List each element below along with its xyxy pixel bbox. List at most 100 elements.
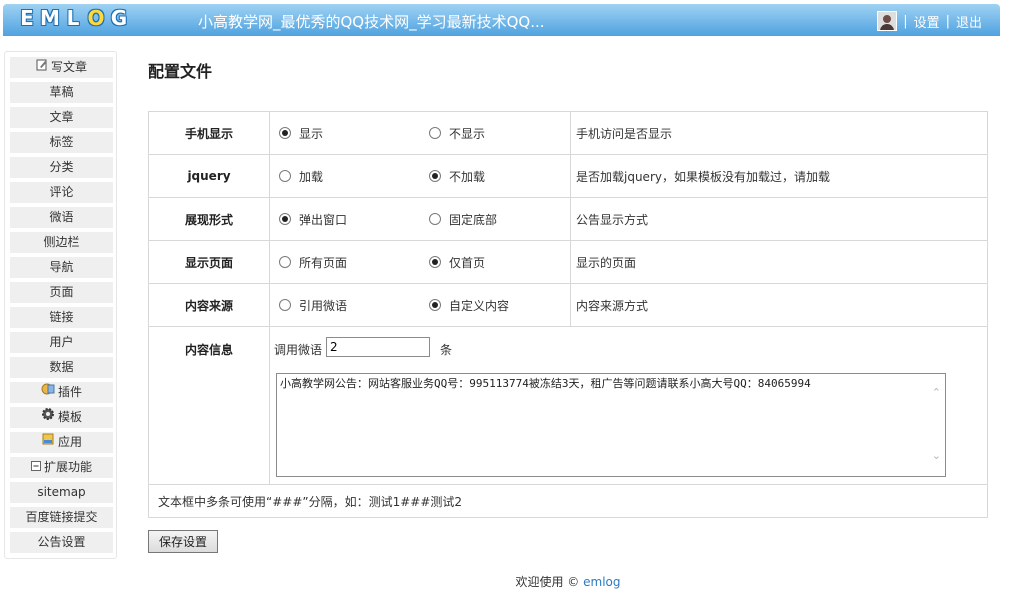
row-label: 手机显示 xyxy=(148,111,270,155)
radio-unselected[interactable] xyxy=(279,299,291,311)
sidebar-item-label: 应用 xyxy=(57,435,82,449)
notice-content-textarea[interactable]: 小高教学网公告：网站客服业务QQ号：995113774被冻结3天，租广告等问题请… xyxy=(276,373,946,477)
sidebar-item-label: 扩展功能 xyxy=(43,460,92,474)
radio-unselected[interactable] xyxy=(279,170,291,182)
options-cell: 加载 不加载 xyxy=(269,154,571,198)
options-cell: 所有页面 仅首页 xyxy=(269,240,571,284)
logo-letter: L xyxy=(66,6,80,30)
sidebar-item-notice-settings[interactable]: 公告设置 xyxy=(10,532,113,553)
sidebar-item-comments[interactable]: 评论 xyxy=(10,182,113,203)
option-label: 加载 xyxy=(299,169,324,184)
info-cell: 调用微语 条 小高教学网公告：网站客服业务QQ号：995113774被冻结3天，… xyxy=(269,326,988,485)
radio-selected[interactable] xyxy=(429,299,441,311)
sidebar-item-baidu-submit[interactable]: 百度链接提交 xyxy=(10,507,113,528)
sidebar-item-extensions[interactable]: 扩展功能 xyxy=(10,457,113,478)
sidebar-item-label: 标签 xyxy=(49,135,74,149)
radio-selected[interactable] xyxy=(279,213,291,225)
radio-option[interactable]: 所有页面 xyxy=(270,254,420,271)
config-table: 手机显示 显示 不显示 手机访问是否显示 jquery 加载 不加载 是否加载j… xyxy=(148,111,988,518)
avatar[interactable] xyxy=(877,11,898,31)
options-cell: 弹出窗口 固定底部 xyxy=(269,197,571,241)
radio-selected[interactable] xyxy=(429,170,441,182)
radio-unselected[interactable] xyxy=(279,256,291,268)
site-title[interactable]: 小高教学网_最优秀的QQ技术网_学习最新技术QQ... xyxy=(198,11,545,32)
user-box: | 设置 | 退出 xyxy=(877,11,982,31)
row-description: 公告显示方式 xyxy=(570,197,988,241)
sidebar-item-twitter[interactable]: 微语 xyxy=(10,207,113,228)
sidebar-item-categories[interactable]: 分类 xyxy=(10,157,113,178)
table-row: 展现形式 弹出窗口 固定底部 公告显示方式 xyxy=(148,197,988,241)
sidebar-item-tags[interactable]: 标签 xyxy=(10,132,113,153)
radio-option[interactable]: 仅首页 xyxy=(420,254,570,271)
table-row: 内容来源 引用微语 自定义内容 内容来源方式 xyxy=(148,283,988,327)
option-label: 不显示 xyxy=(449,126,486,141)
sidebar-item-label: 链接 xyxy=(49,310,74,324)
scroll-down-icon[interactable]: ⌄ xyxy=(932,449,941,462)
sidebar-item-data[interactable]: 数据 xyxy=(10,357,113,378)
option-label: 所有页面 xyxy=(299,255,348,270)
row-description: 显示的页面 xyxy=(570,240,988,284)
row-label: 显示页面 xyxy=(148,240,270,284)
sidebar-item-drafts[interactable]: 草稿 xyxy=(10,82,113,103)
option-label: 自定义内容 xyxy=(449,298,510,313)
table-row: jquery 加载 不加载 是否加载jquery，如果模板没有加载过，请加载 xyxy=(148,154,988,198)
sidebar-item-label: 写文章 xyxy=(50,60,87,74)
sidebar-item-plugins[interactable]: 插件 xyxy=(10,382,113,403)
radio-option[interactable]: 不显示 xyxy=(420,125,570,142)
option-label: 不加载 xyxy=(449,169,486,184)
sidebar-item-label: 微语 xyxy=(49,210,74,224)
sidebar-item-articles[interactable]: 文章 xyxy=(10,107,113,128)
logo-letter: O xyxy=(87,6,105,30)
table-row: 手机显示 显示 不显示 手机访问是否显示 xyxy=(148,111,988,155)
footer-text: 欢迎使用 © xyxy=(515,575,580,589)
sidebar-item-write[interactable]: 写文章 xyxy=(10,57,113,78)
scroll-up-icon[interactable]: ⌃ xyxy=(932,386,941,399)
sidebar-item-widgets[interactable]: 侧边栏 xyxy=(10,232,113,253)
logout-link[interactable]: 退出 xyxy=(956,12,982,31)
radio-option[interactable]: 显示 xyxy=(270,125,420,142)
sidebar-item-pages[interactable]: 页面 xyxy=(10,282,113,303)
emlog-link[interactable]: emlog xyxy=(583,575,620,589)
gear-icon xyxy=(41,407,55,428)
radio-option[interactable]: 弹出窗口 xyxy=(270,211,420,228)
row-description: 手机访问是否显示 xyxy=(570,111,988,155)
count-unit: 条 xyxy=(440,343,453,357)
options-cell: 显示 不显示 xyxy=(269,111,571,155)
radio-unselected[interactable] xyxy=(429,127,441,139)
radio-option[interactable]: 加载 xyxy=(270,168,420,185)
sidebar-item-label: 侧边栏 xyxy=(43,235,80,249)
count-input[interactable] xyxy=(326,337,430,357)
sidebar-item-apps[interactable]: 应用 xyxy=(10,432,113,453)
sidebar-item-users[interactable]: 用户 xyxy=(10,332,113,353)
radio-option[interactable]: 引用微语 xyxy=(270,297,420,314)
radio-selected[interactable] xyxy=(279,127,291,139)
sidebar-item-label: 百度链接提交 xyxy=(25,510,98,524)
option-label: 固定底部 xyxy=(449,212,498,227)
sidebar-item-label: 插件 xyxy=(57,385,82,399)
page-title: 配置文件 xyxy=(148,62,213,81)
row-description: 内容来源方式 xyxy=(570,283,988,327)
app-icon xyxy=(41,432,55,453)
radio-option[interactable]: 固定底部 xyxy=(420,211,570,228)
radio-option[interactable]: 自定义内容 xyxy=(420,297,570,314)
hint-text: 文本框中多条可使用“###”分隔，如：测试1###测试2 xyxy=(148,484,988,518)
sidebar-item-label: 模板 xyxy=(57,410,82,424)
footer: 欢迎使用 © emlog xyxy=(0,573,1014,590)
logo-letter: G xyxy=(110,6,128,30)
sidebar-item-links[interactable]: 链接 xyxy=(10,307,113,328)
settings-link[interactable]: 设置 xyxy=(914,12,940,31)
table-row: 显示页面 所有页面 仅首页 显示的页面 xyxy=(148,240,988,284)
radio-option[interactable]: 不加载 xyxy=(420,168,570,185)
sidebar-item-label: 数据 xyxy=(49,360,74,374)
option-label: 显示 xyxy=(299,126,324,141)
sidebar-item-navigation[interactable]: 导航 xyxy=(10,257,113,278)
emlog-logo[interactable]: E M L O G xyxy=(16,6,130,34)
sidebar-item-sitemap[interactable]: sitemap xyxy=(10,482,113,503)
save-button[interactable]: 保存设置 xyxy=(148,530,218,553)
radio-selected[interactable] xyxy=(429,256,441,268)
radio-unselected[interactable] xyxy=(429,213,441,225)
sidebar-item-templates[interactable]: 模板 xyxy=(10,407,113,428)
plugin-icon xyxy=(41,382,55,403)
separator: | xyxy=(903,13,908,29)
sidebar-item-label: 导航 xyxy=(49,260,74,274)
